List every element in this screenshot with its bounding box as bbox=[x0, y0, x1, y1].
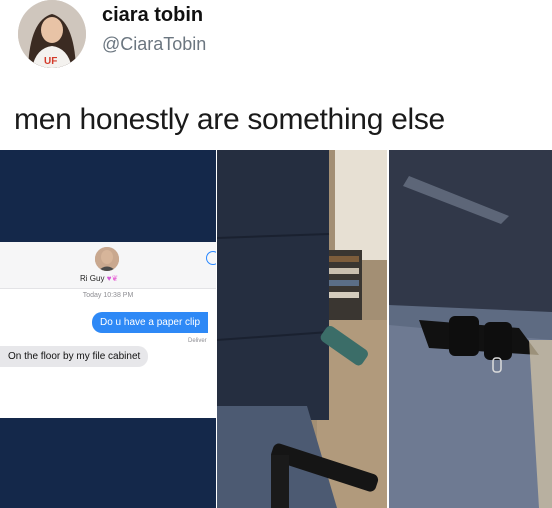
image-panel-messages[interactable]: Ri Guy ♥❦ Today 10:38 PM Do u have a pap… bbox=[0, 150, 216, 508]
info-icon[interactable] bbox=[206, 251, 216, 265]
image-panel-file-cabinet[interactable] bbox=[217, 150, 387, 508]
user-handle[interactable]: @CiaraTobin bbox=[102, 34, 206, 55]
message-screenshot: Ri Guy ♥❦ Today 10:38 PM Do u have a pap… bbox=[0, 242, 216, 418]
incoming-message-bubble: On the floor by my file cabinet bbox=[0, 346, 149, 367]
message-timestamp: Today 10:38 PM bbox=[82, 292, 134, 299]
outgoing-message-bubble: Do u have a paper clip bbox=[92, 312, 209, 333]
contact-avatar bbox=[95, 247, 119, 271]
delivered-label: Deliver bbox=[188, 338, 207, 344]
image-panel-paper-clip[interactable] bbox=[389, 150, 552, 508]
profile-avatar[interactable]: UF bbox=[18, 0, 86, 68]
sparkle-heart-icon: ❦ bbox=[111, 274, 119, 283]
paper-clip-photo bbox=[389, 150, 552, 508]
tweet-text: men honestly are something else bbox=[14, 103, 445, 136]
avatar-photo: UF bbox=[18, 0, 86, 68]
display-name[interactable]: ciara tobin bbox=[102, 4, 203, 27]
file-cabinet-photo bbox=[217, 150, 387, 508]
conversation-header: Ri Guy ♥❦ bbox=[0, 242, 216, 289]
avatar-shirt-text: UF bbox=[44, 56, 57, 67]
tweet-header: UF ciara tobin @CiaraTobin men honestly … bbox=[0, 0, 552, 150]
contact-name: Ri Guy ♥❦ bbox=[80, 274, 119, 283]
